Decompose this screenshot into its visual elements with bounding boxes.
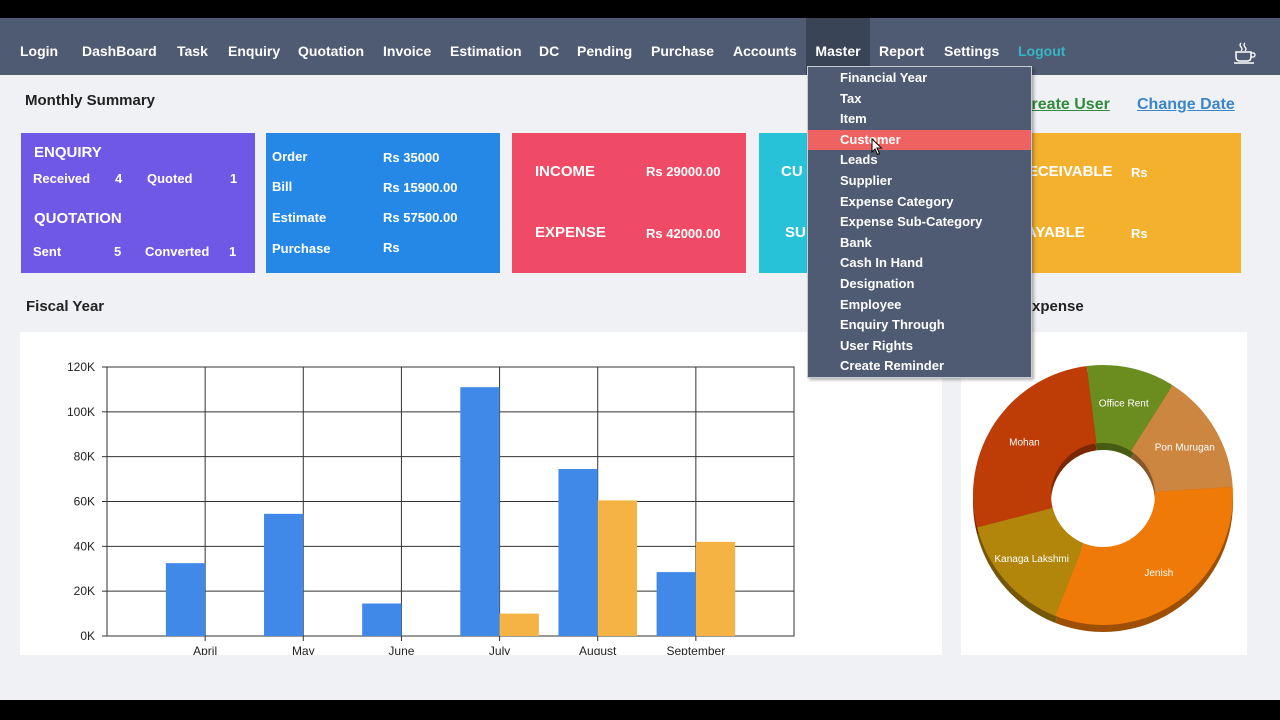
nav-invoice[interactable]: Invoice <box>383 18 431 75</box>
slice-label: Pon Murugan <box>1155 443 1215 454</box>
converted-value: 1 <box>229 244 237 259</box>
bar-september-series-1 <box>656 572 696 636</box>
receivable-card: RECEIVABLE Rs PAYABLE Rs <box>1005 133 1241 273</box>
y-tick-label: 100K <box>67 405 95 419</box>
income-label: INCOME <box>535 163 595 180</box>
quoted-label: Quoted <box>147 171 193 186</box>
coffee-cup-icon[interactable] <box>1233 42 1257 64</box>
menu-item-designation[interactable]: Designation <box>808 274 1031 294</box>
x-tick-label: April <box>193 644 217 655</box>
nav-login[interactable]: Login <box>20 18 58 75</box>
nav-dc[interactable]: DC <box>539 18 559 75</box>
x-tick-label: August <box>579 644 617 655</box>
enquiry-card: ENQUIRY Received 4 Quoted 1 QUOTATION Se… <box>21 133 255 273</box>
slice-label: Mohan <box>1009 438 1040 449</box>
bill-label: Bill <box>272 179 293 194</box>
screen: Login DashBoard Task Enquiry Quotation I… <box>0 18 1280 700</box>
menu-item-user-rights[interactable]: User Rights <box>808 336 1031 356</box>
monthly-summary-title: Monthly Summary <box>25 92 156 109</box>
order-label: Order <box>272 149 308 164</box>
nav-estimation[interactable]: Estimation <box>450 18 522 75</box>
bill-value: Rs 15900.00 <box>383 180 458 195</box>
nav-task[interactable]: Task <box>177 18 208 75</box>
slice-label: Kanaga Lakshmi <box>994 554 1069 565</box>
expense-chart-panel: Mohan Office Rent Pon Murugan Jenish Kanaga … <box>961 332 1247 655</box>
menu-item-expense-sub-category[interactable]: Expense Sub-Category <box>808 212 1031 232</box>
y-tick-label: 120K <box>67 360 95 374</box>
supplier-label: SU <box>785 224 806 241</box>
menu-item-leads[interactable]: Leads <box>808 150 1031 170</box>
payable-value: Rs <box>1131 226 1148 241</box>
x-tick-label: September <box>667 644 726 655</box>
menu-item-cash-in-hand[interactable]: Cash In Hand <box>808 253 1031 273</box>
receivable-value: Rs <box>1131 165 1148 180</box>
menu-item-item[interactable]: Item <box>808 109 1031 129</box>
bar-april-series-1 <box>165 563 206 636</box>
nav-pending[interactable]: Pending <box>577 18 632 75</box>
purchase-label: Purchase <box>272 241 331 256</box>
master-dropdown-menu: Financial Year Tax Item Customer Leads S… <box>807 66 1032 378</box>
menu-item-expense-category[interactable]: Expense Category <box>808 192 1031 212</box>
x-tick-label: May <box>292 644 315 655</box>
x-tick-label: July <box>489 644 510 655</box>
y-tick-label: 60K <box>74 495 95 509</box>
bar-may-series-1 <box>264 513 304 636</box>
purchase-value: Rs <box>383 240 400 255</box>
estimate-label: Estimate <box>272 210 327 225</box>
nav-quotation[interactable]: Quotation <box>298 18 364 75</box>
menu-item-employee[interactable]: Employee <box>808 295 1031 315</box>
y-tick-label: 40K <box>74 539 95 553</box>
y-tick-label: 20K <box>74 584 95 598</box>
sent-label: Sent <box>33 244 62 259</box>
order-card: Order Rs 35000 Bill Rs 15900.00 Estimate… <box>266 133 500 273</box>
bar-july-series-1 <box>460 387 500 636</box>
expense-label: EXPENSE <box>535 224 606 241</box>
order-value: Rs 35000 <box>383 150 440 165</box>
x-tick-label: June <box>388 644 414 655</box>
income-value: Rs 29000.00 <box>646 164 721 179</box>
sent-value: 5 <box>114 244 122 259</box>
menu-item-create-reminder[interactable]: Create Reminder <box>808 356 1031 376</box>
estimate-value: Rs 57500.00 <box>383 210 458 225</box>
y-tick-label: 0K <box>80 629 95 643</box>
converted-label: Converted <box>145 244 210 259</box>
expense-value: Rs 42000.00 <box>646 226 721 241</box>
slice-label: Office Rent <box>1099 398 1149 409</box>
menu-item-enquiry-through[interactable]: Enquiry Through <box>808 315 1031 335</box>
expense-donut-chart: Mohan Office Rent Pon Murugan Jenish Kanaga … <box>973 365 1233 632</box>
change-date-link[interactable]: Change Date <box>1137 96 1235 114</box>
bar-june-series-1 <box>362 603 402 636</box>
enquiry-title: ENQUIRY <box>34 144 102 161</box>
nav-enquiry[interactable]: Enquiry <box>228 18 280 75</box>
fiscal-year-title: Fiscal Year <box>26 298 105 315</box>
y-tick-label: 80K <box>74 450 95 464</box>
fiscal-year-chart-panel: 0K 20K 40K 60K 80K 100K 120K April May June July Au… <box>20 332 942 658</box>
bar-september-series-2 <box>695 541 736 636</box>
quoted-value: 1 <box>230 171 238 186</box>
menu-item-bank[interactable]: Bank <box>808 233 1031 253</box>
bar-july-series-2 <box>499 613 539 636</box>
slice-label: Jenish <box>1144 568 1173 579</box>
create-user-link[interactable]: Create User <box>1020 96 1110 114</box>
income-card: INCOME Rs 29000.00 EXPENSE Rs 42000.00 <box>512 133 746 273</box>
nav-dashboard[interactable]: DashBoard <box>82 18 157 75</box>
top-navbar: Login DashBoard Task Enquiry Quotation I… <box>0 18 1280 75</box>
bar-august-series-1 <box>558 468 598 636</box>
menu-item-supplier[interactable]: Supplier <box>808 171 1031 191</box>
nav-purchase[interactable]: Purchase <box>651 18 714 75</box>
menu-item-customer[interactable]: Customer <box>808 130 1031 150</box>
menu-item-financial-year[interactable]: Financial Year <box>808 68 1031 88</box>
slice-jenish <box>1055 486 1233 625</box>
nav-accounts[interactable]: Accounts <box>733 18 797 75</box>
customer-label: CU <box>781 163 803 180</box>
quotation-title: QUOTATION <box>34 210 122 227</box>
received-label: Received <box>33 171 91 186</box>
fiscal-year-bar-chart: 0K 20K 40K 60K 80K 100K 120K April May June July Au… <box>67 360 795 658</box>
menu-item-tax[interactable]: Tax <box>808 89 1031 109</box>
received-value: 4 <box>115 171 123 186</box>
bar-august-series-2 <box>597 500 637 636</box>
